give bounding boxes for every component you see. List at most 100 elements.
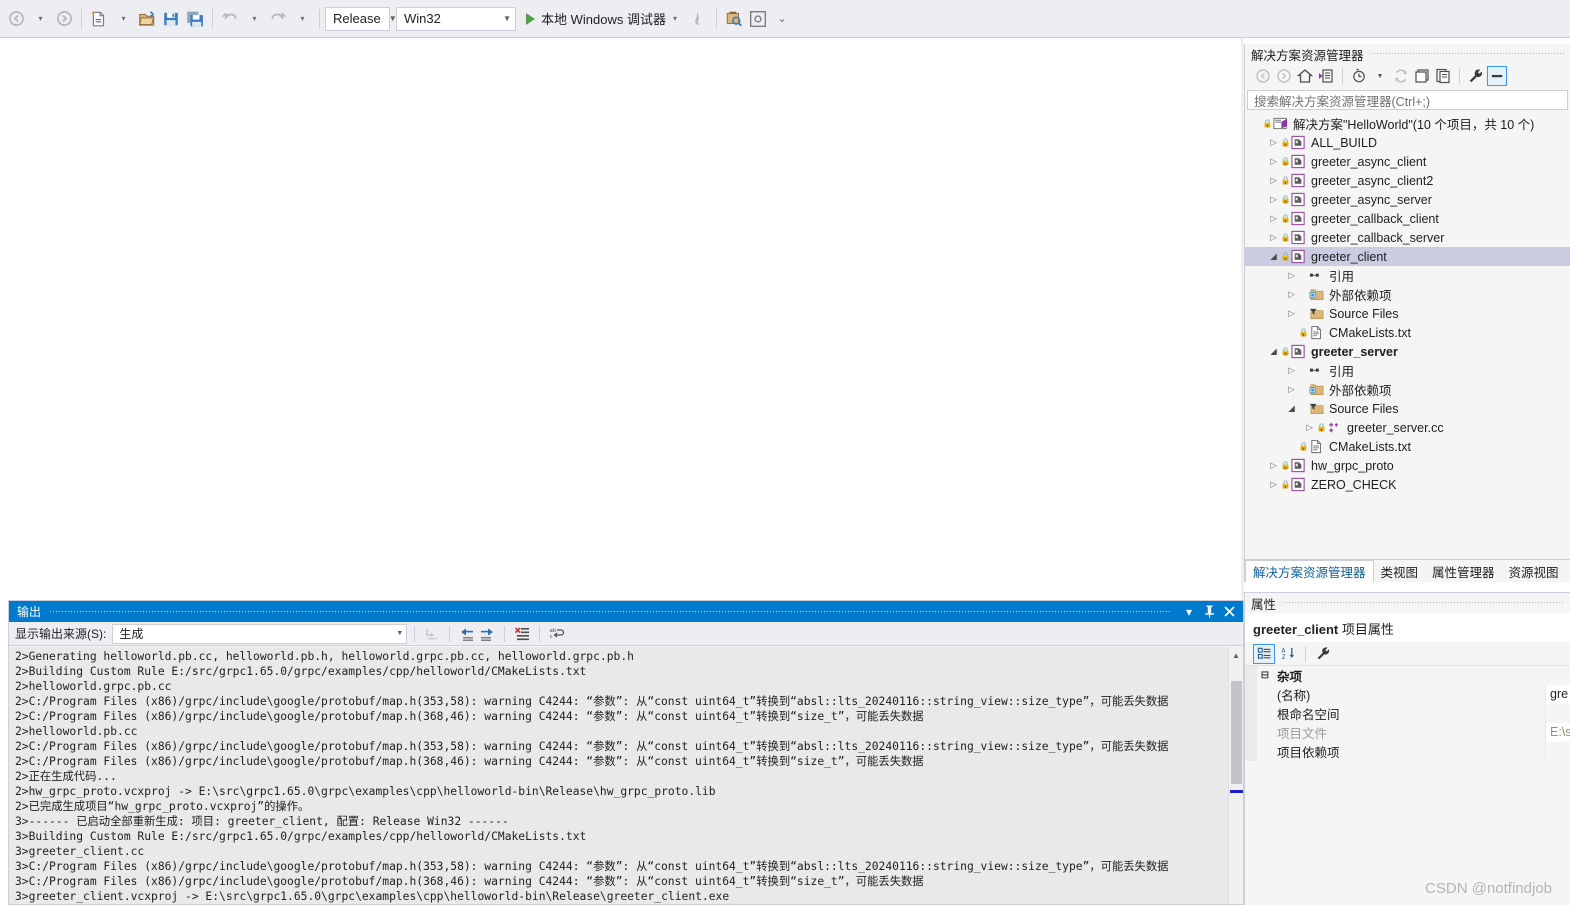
property-category-row[interactable]: ⊟ 杂项 xyxy=(1245,666,1570,685)
tab-3[interactable]: 资源视图 xyxy=(1502,560,1566,582)
tree-item[interactable]: ▷ 🔒 ALL_BUILD xyxy=(1245,133,1570,152)
show-all-files-icon[interactable] xyxy=(1433,66,1453,86)
property-value[interactable] xyxy=(1545,704,1570,723)
pin-icon[interactable] xyxy=(1199,602,1219,621)
toggle-word-wrap-icon[interactable]: ab c xyxy=(547,624,567,644)
chevron-collapsed-icon[interactable]: ▷ xyxy=(1285,289,1298,300)
sync-with-active-document-icon[interactable] xyxy=(1316,66,1336,86)
navigate-back-icon[interactable] xyxy=(4,6,28,32)
clear-all-icon[interactable] xyxy=(512,624,532,644)
scrollbar-thumb[interactable] xyxy=(1231,681,1242,784)
tree-item[interactable]: ▷ 🔒 hw_grpc_proto xyxy=(1245,456,1570,475)
chevron-down-icon[interactable]: ▾ xyxy=(673,14,677,23)
property-value[interactable]: E:\s xyxy=(1545,723,1570,742)
chevron-collapsed-icon[interactable]: ▷ xyxy=(1267,460,1280,471)
new-project-icon[interactable] xyxy=(87,6,111,32)
tree-item[interactable]: ▷ 🔒 greeter_async_client2 xyxy=(1245,171,1570,190)
chevron-collapsed-icon[interactable]: ▷ xyxy=(1285,365,1298,376)
tree-item[interactable]: ▷ 引用 xyxy=(1245,266,1570,285)
property-row[interactable]: 根命名空间 xyxy=(1245,704,1570,723)
tree-item[interactable]: ▷ Source Files xyxy=(1245,304,1570,323)
tree-item[interactable]: ▷ 🔒 greeter_async_server xyxy=(1245,190,1570,209)
close-icon[interactable] xyxy=(1219,602,1239,621)
property-pages-wrench-icon[interactable] xyxy=(1312,644,1334,664)
titlebar-dots xyxy=(49,609,1171,614)
tree-item[interactable]: 🔒 解决方案"HelloWorld"(10 个项目，共 10 个) xyxy=(1245,114,1570,133)
open-file-icon[interactable] xyxy=(135,6,159,32)
pending-changes-filter-icon[interactable] xyxy=(1349,66,1369,86)
tree-item[interactable]: ▷ 外部依赖项 xyxy=(1245,285,1570,304)
properties-wrench-icon[interactable] xyxy=(1466,66,1486,86)
refresh-icon[interactable] xyxy=(1391,66,1411,86)
start-debugging-button[interactable]: 本地 Windows 调试器 ▾ xyxy=(522,6,681,32)
property-row[interactable]: 项目文件 E:\s xyxy=(1245,723,1570,742)
tree-item[interactable]: ◢ 🔒 greeter_client xyxy=(1245,247,1570,266)
chevron-collapsed-icon[interactable]: ▷ xyxy=(1267,175,1280,186)
chevron-expanded-icon[interactable]: ◢ xyxy=(1267,251,1280,262)
chevron-down-icon[interactable]: ▼ xyxy=(1370,66,1390,86)
navigate-forward-icon[interactable] xyxy=(52,6,76,32)
property-value[interactable] xyxy=(1545,742,1570,761)
tree-item[interactable]: 🔒 CMakeLists.txt xyxy=(1245,437,1570,456)
property-value[interactable]: gre xyxy=(1545,685,1570,704)
property-row[interactable]: 项目依赖项 xyxy=(1245,742,1570,761)
output-dropdown-icon[interactable]: ▾ xyxy=(1179,602,1199,621)
view-designer-icon[interactable] xyxy=(1487,66,1507,86)
chevron-collapsed-icon[interactable]: ▷ xyxy=(1267,479,1280,490)
categorized-icon[interactable] xyxy=(1253,643,1275,664)
solution-explorer-search-input[interactable]: 搜索解决方案资源管理器(Ctrl+;) xyxy=(1247,90,1568,110)
chevron-collapsed-icon[interactable]: ▷ xyxy=(1267,156,1280,167)
tab-2[interactable]: 属性管理器 xyxy=(1425,560,1502,582)
tree-item[interactable]: ▷ 外部依赖项 xyxy=(1245,380,1570,399)
tree-item[interactable]: 🔒 CMakeLists.txt xyxy=(1245,323,1570,342)
tree-item[interactable]: ▷ 🔒 greeter_callback_server xyxy=(1245,228,1570,247)
save-icon[interactable] xyxy=(159,6,183,32)
new-project-dropdown-icon[interactable]: ▾ xyxy=(111,6,135,32)
home-icon[interactable] xyxy=(1295,66,1315,86)
category-collapse-icon[interactable]: ⊟ xyxy=(1257,670,1273,681)
go-to-previous-message-icon[interactable] xyxy=(457,624,477,644)
solution-configuration-combo[interactable]: Release ▼ xyxy=(325,6,397,31)
chevron-collapsed-icon[interactable]: ▷ xyxy=(1285,308,1298,319)
undo-dropdown-icon[interactable]: ▾ xyxy=(242,6,266,32)
undo-icon[interactable] xyxy=(218,6,242,32)
tree-item[interactable]: ▷ 🔒 greeter_server.cc xyxy=(1245,418,1570,437)
output-text-area[interactable]: 2>Generating helloworld.pb.cc, helloworl… xyxy=(9,647,1243,904)
tree-item[interactable]: ▷ 🔒 ZERO_CHECK xyxy=(1245,475,1570,494)
save-all-icon[interactable] xyxy=(183,6,207,32)
chevron-expanded-icon[interactable]: ◢ xyxy=(1285,403,1298,414)
navigate-back-dropdown-icon[interactable]: ▾ xyxy=(28,6,52,32)
tab-0[interactable]: 解决方案资源管理器 xyxy=(1245,560,1374,582)
tree-item[interactable]: ▷ 🔒 greeter_async_client xyxy=(1245,152,1570,171)
forward-icon[interactable] xyxy=(1274,66,1294,86)
tab-1[interactable]: 类视图 xyxy=(1374,560,1426,582)
redo-dropdown-icon[interactable]: ▾ xyxy=(290,6,314,32)
property-row[interactable]: (名称) gre xyxy=(1245,685,1570,704)
tree-item[interactable]: ▷ 引用 xyxy=(1245,361,1570,380)
tree-item[interactable]: ◢ Source Files xyxy=(1245,399,1570,418)
tree-item[interactable]: ◢ 🔒 greeter_server xyxy=(1245,342,1570,361)
output-source-combo[interactable]: 生成 ▼ xyxy=(112,623,408,644)
chevron-collapsed-icon[interactable]: ▷ xyxy=(1303,422,1316,433)
screenshot-tool-icon[interactable] xyxy=(746,6,770,32)
tree-item[interactable]: ▷ 🔒 greeter_callback_client xyxy=(1245,209,1570,228)
back-icon[interactable] xyxy=(1253,66,1273,86)
output-scrollbar[interactable]: ▲ xyxy=(1228,647,1243,904)
chevron-collapsed-icon[interactable]: ▷ xyxy=(1285,384,1298,395)
scroll-up-arrow-icon[interactable]: ▲ xyxy=(1229,647,1243,663)
redo-icon[interactable] xyxy=(266,6,290,32)
chevron-expanded-icon[interactable]: ◢ xyxy=(1267,346,1280,357)
chevron-collapsed-icon[interactable]: ▷ xyxy=(1267,137,1280,148)
toolbar-overflow-icon[interactable]: ⌄ xyxy=(770,6,794,32)
attach-to-process-icon[interactable] xyxy=(722,6,746,32)
jump-to-message-icon[interactable] xyxy=(422,624,442,644)
alphabetical-sort-icon[interactable]: AZ xyxy=(1277,644,1299,664)
chevron-collapsed-icon[interactable]: ▷ xyxy=(1267,194,1280,205)
chevron-collapsed-icon[interactable]: ▷ xyxy=(1267,232,1280,243)
chevron-collapsed-icon[interactable]: ▷ xyxy=(1267,213,1280,224)
solution-platform-combo[interactable]: Win32 ▼ xyxy=(396,6,516,31)
hot-reload-icon[interactable] xyxy=(687,6,711,32)
go-to-next-message-icon[interactable] xyxy=(477,624,497,644)
chevron-collapsed-icon[interactable]: ▷ xyxy=(1285,270,1298,281)
collapse-all-icon[interactable] xyxy=(1412,66,1432,86)
